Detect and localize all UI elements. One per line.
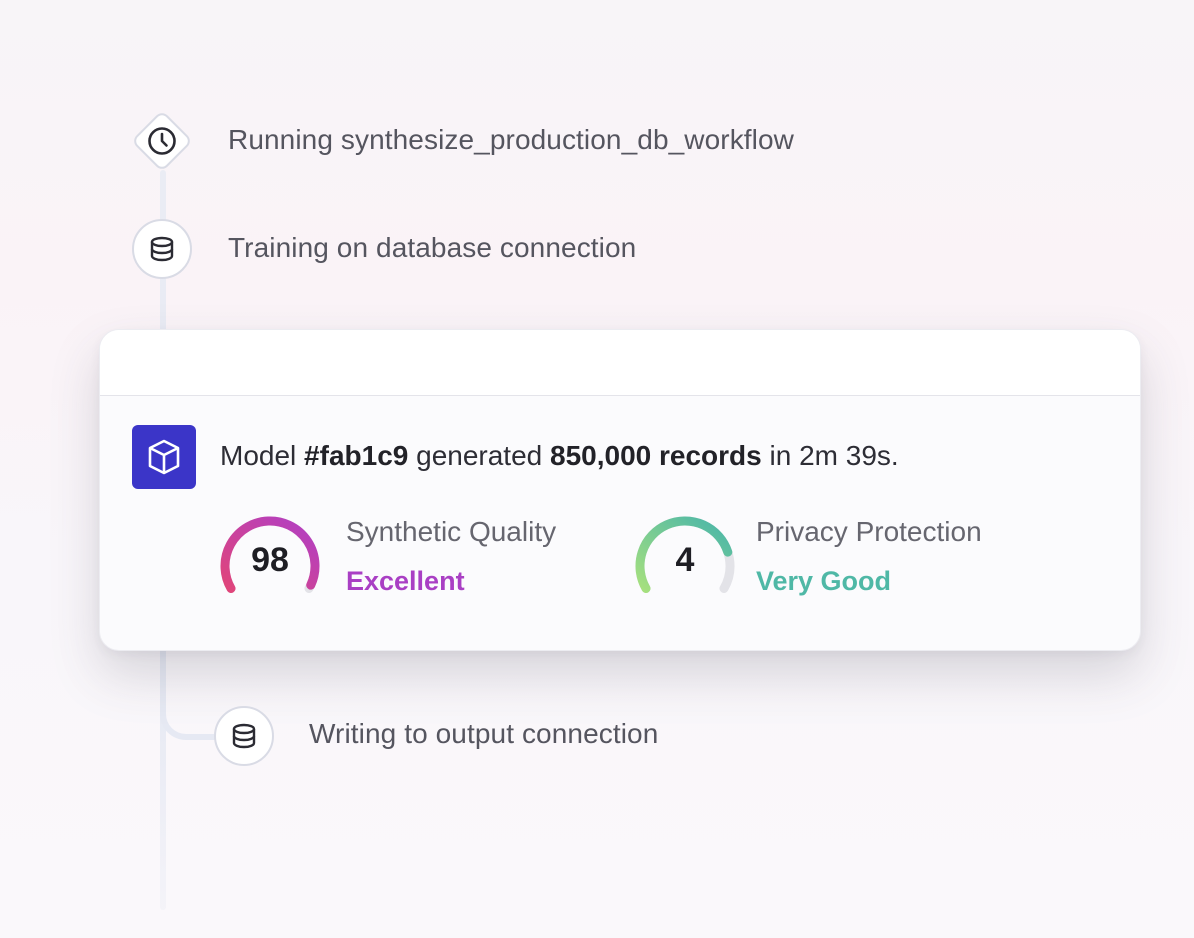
privacy-protection-value: 4 <box>675 541 695 579</box>
writing-step-label: Writing to output connection <box>309 718 659 749</box>
running-step-label: Running synthesize_production_db_workflo… <box>228 124 794 155</box>
training-step: Training on database connection <box>228 232 636 264</box>
synthetic-quality-rating: Excellent <box>346 566 465 596</box>
writing-step: Writing to output connection <box>309 718 658 750</box>
result-card: Model #fab1c9 generated 850,000 records … <box>99 329 1141 651</box>
result-summary: Model #fab1c9 generated 850,000 records … <box>220 440 899 472</box>
cube-icon <box>148 439 180 475</box>
training-step-node <box>132 219 192 279</box>
privacy-protection-rating: Very Good <box>756 566 892 596</box>
summary-mid: generated <box>408 440 551 471</box>
writing-step-node <box>214 706 274 766</box>
card-header <box>100 330 1140 396</box>
synthetic-quality-title: Synthetic Quality <box>346 516 557 547</box>
timeline-branch <box>160 640 220 740</box>
model-id[interactable]: #fab1c9 <box>304 440 408 471</box>
model-badge <box>132 425 196 489</box>
running-step-node <box>130 109 194 173</box>
database-icon <box>232 723 256 749</box>
summary-suffix: in 2m 39s. <box>761 440 899 471</box>
synthetic-quality-value: 98 <box>251 541 289 579</box>
training-step-label: Training on database connection <box>228 232 637 263</box>
privacy-protection-gauge: 4 <box>630 513 740 603</box>
summary-prefix: Model <box>220 440 305 471</box>
records-count: 850,000 records <box>550 440 762 471</box>
synthetic-quality-gauge: 98 <box>215 513 325 603</box>
database-icon <box>150 236 174 262</box>
privacy-protection-title: Privacy Protection <box>756 516 982 547</box>
clock-icon <box>148 127 176 155</box>
running-step: Running synthesize_production_db_workflo… <box>228 124 794 156</box>
